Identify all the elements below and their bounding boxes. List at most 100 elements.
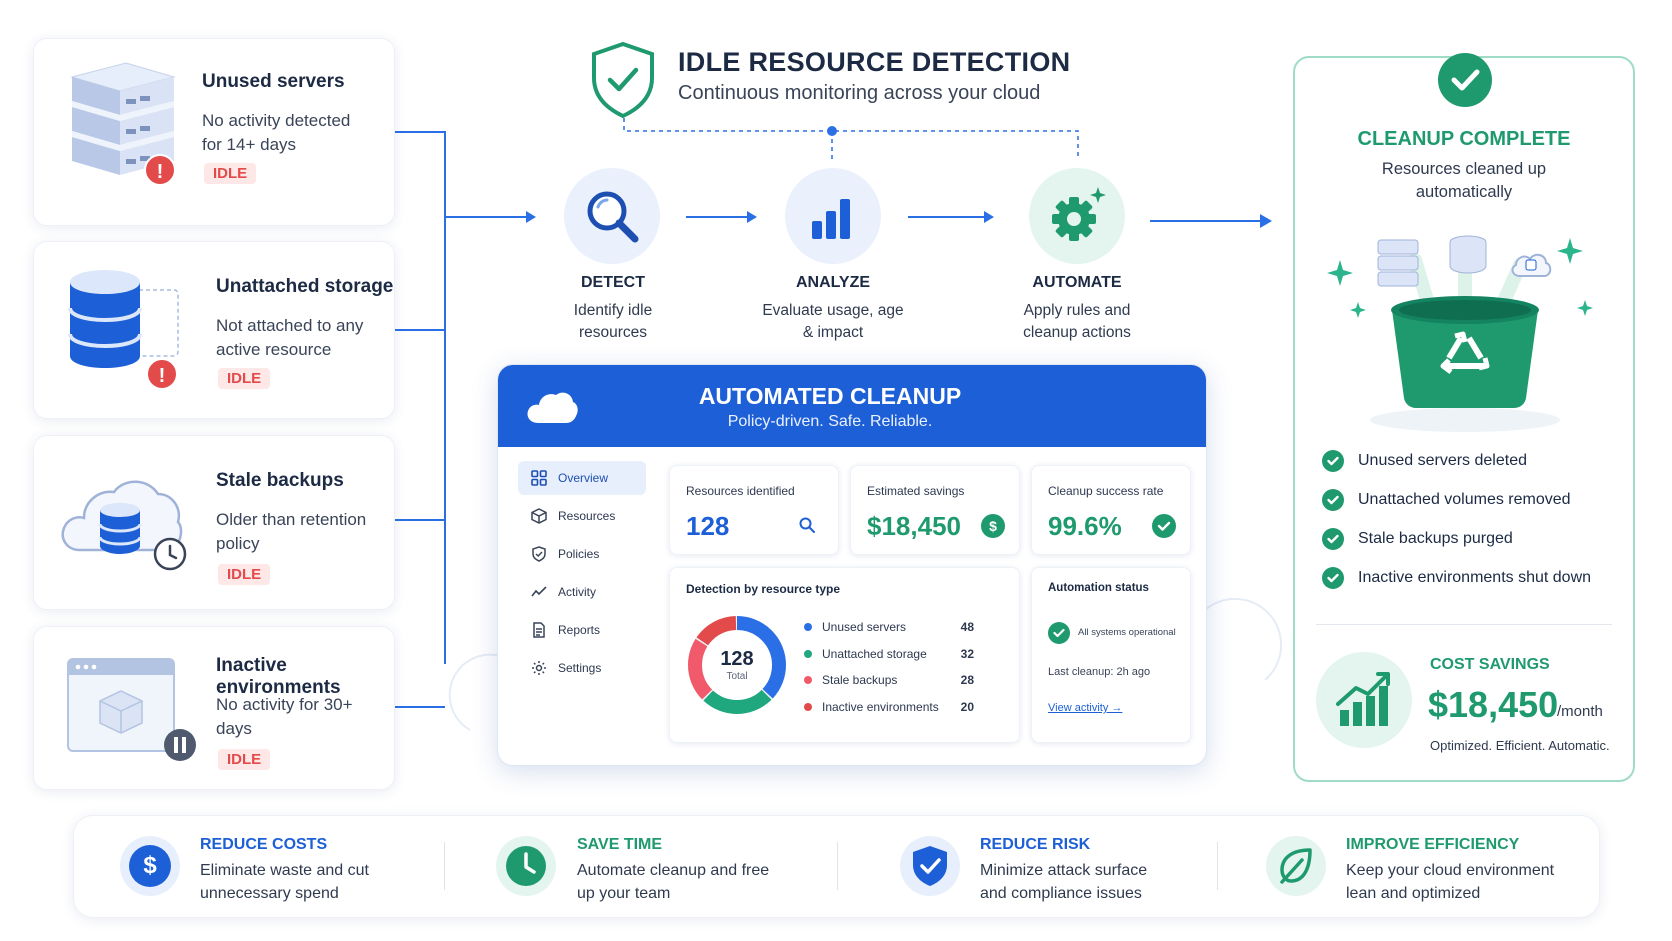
detection-card: Detection by resource type 128 Total Unu… [669, 567, 1020, 743]
step-title: DETECT [581, 274, 645, 291]
legend-item: Unattached storage 32 [804, 647, 974, 661]
step-automate[interactable] [1029, 168, 1125, 264]
step-desc: Apply rules and cleanup actions [1023, 302, 1131, 341]
legend-item: Stale backups 28 [804, 673, 974, 687]
grid-icon [530, 469, 548, 487]
view-activity-link[interactable]: View activity → [1048, 702, 1122, 714]
status-check-icon [1048, 622, 1070, 644]
complete-item: Unused servers deleted [1322, 450, 1527, 472]
donut-total-label: Total [726, 671, 748, 682]
nav-item-policies[interactable]: Policies [518, 537, 646, 571]
legend-item: Inactive environments 20 [804, 700, 974, 714]
bar-chart-icon [812, 199, 850, 239]
automation-status-card: Automation status All systems operationa… [1031, 567, 1191, 743]
status-text: All systems operational [1078, 627, 1176, 638]
nav-label: Resources [558, 509, 616, 523]
header-shield-icon [588, 40, 658, 120]
resource-desc: Not attached to any active resource [216, 316, 364, 359]
stat-value: $18,450 [867, 511, 961, 541]
nav-label: Reports [558, 623, 601, 637]
nav-item-overview[interactable]: Overview [518, 461, 646, 495]
resource-title: Unused servers [202, 71, 345, 92]
complete-check-icon [1438, 53, 1492, 107]
benefit-reduce-costs: $ [120, 836, 180, 896]
shield-icon [530, 545, 548, 563]
resource-card-unattached-storage[interactable]: ! Unattached storage Not attached to any… [33, 241, 395, 419]
resource-card-inactive-environments[interactable]: Inactive environments No activity for 30… [33, 626, 395, 790]
nav-item-settings[interactable]: Settings [518, 651, 646, 685]
resource-title: Stale backups [216, 470, 344, 491]
stat-value: 99.6% [1048, 511, 1122, 541]
nav-label: Activity [558, 585, 597, 599]
complete-item-text: Unattached volumes removed [1358, 491, 1571, 508]
complete-subtitle: Resources cleaned up automatically [1381, 160, 1547, 201]
step-detect[interactable] [564, 168, 660, 264]
magnifier-icon [587, 191, 639, 243]
complete-title: CLEANUP COMPLETE [1357, 128, 1571, 150]
legend-dot [804, 650, 812, 658]
detection-title: Detection by resource type [686, 582, 841, 596]
last-cleanup: Last cleanup: 2h ago [1048, 666, 1151, 678]
stat-card-resources[interactable]: Resources identified 128 [669, 465, 839, 555]
document-icon [530, 621, 548, 639]
nav-item-resources[interactable]: Resources [518, 499, 646, 533]
benefit-improve-efficiency [1266, 836, 1326, 896]
savings-label: COST SAVINGS [1430, 656, 1550, 673]
benefit-title: IMPROVE EFFICIENCY [1346, 836, 1520, 853]
dashboard-header: AUTOMATED CLEANUP Policy-driven. Safe. R… [498, 365, 1206, 447]
idle-badge: IDLE [218, 564, 271, 585]
stat-label: Cleanup success rate [1048, 484, 1164, 498]
savings-tagline: Optimized. Efficient. Automatic. [1430, 738, 1610, 753]
benefit-divider [837, 842, 838, 890]
step-desc: Identify idle resources [573, 302, 653, 341]
recycle-bin-illustration [1327, 235, 1593, 432]
benefit-title: SAVE TIME [577, 836, 663, 853]
resource-desc: No activity for 30+ days [216, 695, 353, 738]
growth-chart-icon [1316, 652, 1412, 748]
cloud-backup-icon [58, 464, 188, 579]
donut-total: 128 [720, 648, 754, 670]
complete-item: Stale backups purged [1322, 528, 1513, 550]
complete-item: Inactive environments shut down [1322, 567, 1591, 589]
clock-icon [506, 846, 546, 886]
nav-label: Policies [558, 547, 600, 561]
legend-item: Unused servers 48 [804, 620, 974, 634]
resource-card-unused-servers[interactable]: ! Unused servers No activity detected fo… [33, 38, 395, 226]
idle-badge: IDLE [218, 368, 271, 389]
idle-badge: IDLE [204, 163, 257, 184]
benefit-desc: Minimize attack surface and compliance i… [980, 862, 1148, 902]
resource-title: Unattached storage [216, 276, 394, 297]
benefit-desc: Eliminate waste and cut unnecessary spen… [200, 862, 369, 902]
check-icon [1322, 528, 1344, 550]
step-analyze[interactable] [785, 168, 881, 264]
nav-label: Overview [558, 471, 609, 485]
dashboard-title: AUTOMATED CLEANUP [698, 383, 962, 409]
automated-cleanup-dashboard: AUTOMATED CLEANUP Policy-driven. Safe. R… [497, 364, 1207, 766]
benefit-desc: Keep your cloud environment lean and opt… [1346, 862, 1555, 902]
nav-item-activity[interactable]: Activity [518, 575, 646, 609]
complete-item-text: Stale backups purged [1358, 530, 1513, 547]
savings-unit: /month [1557, 703, 1603, 720]
resource-desc: No activity detected for 14+ days [202, 111, 351, 154]
legend-value: 48 [960, 620, 974, 634]
stat-card-savings[interactable]: Estimated savings $18,450 $ [850, 465, 1020, 555]
panel-divider [1316, 624, 1612, 625]
stat-card-success-rate[interactable]: Cleanup success rate 99.6% [1031, 465, 1191, 555]
leaf-icon [1280, 848, 1312, 884]
step-desc: Evaluate usage, age & impact [762, 302, 904, 341]
check-icon [1322, 567, 1344, 589]
alert-icon: ! [146, 358, 178, 390]
stat-label: Estimated savings [867, 484, 965, 498]
gear-icon [1052, 187, 1106, 241]
resource-card-stale-backups[interactable]: Stale backups Older than retention polic… [33, 435, 395, 610]
legend-value: 20 [960, 700, 974, 714]
resource-desc: Older than retention policy [216, 510, 367, 553]
activity-icon [530, 583, 548, 601]
idle-badge: IDLE [218, 749, 271, 770]
nav-item-reports[interactable]: Reports [518, 613, 646, 647]
benefit-title: REDUCE COSTS [200, 836, 328, 853]
benefit-reduce-risk [900, 836, 960, 896]
legend-dot [804, 623, 812, 631]
legend-label: Unattached storage [822, 647, 927, 661]
benefit-title: REDUCE RISK [980, 836, 1091, 853]
